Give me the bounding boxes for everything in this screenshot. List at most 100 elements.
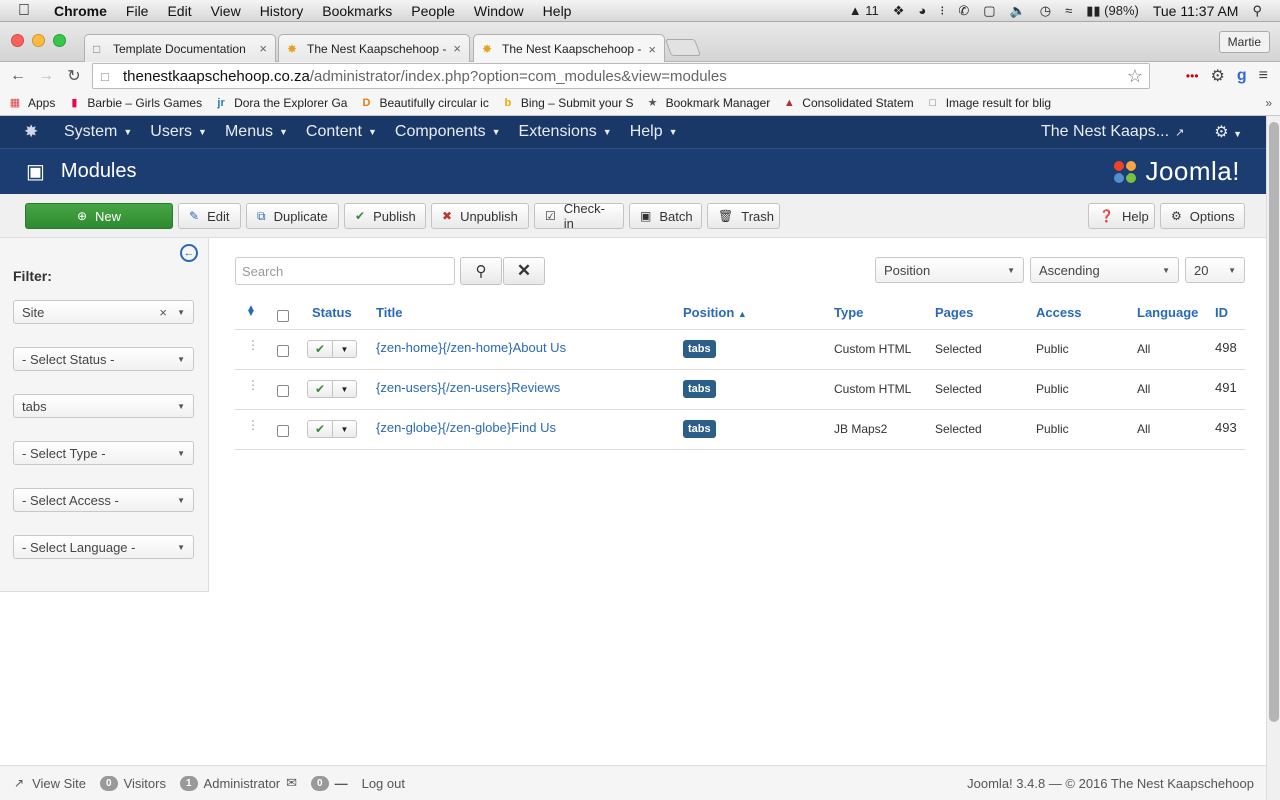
menu-view[interactable]: View: [211, 3, 241, 19]
menu-bookmarks[interactable]: Bookmarks: [322, 3, 392, 19]
trash-button[interactable]: 🗑 Trash: [707, 203, 780, 229]
menu-file[interactable]: File: [126, 3, 149, 19]
row-checkbox[interactable]: [277, 385, 289, 397]
collapse-sidebar-icon[interactable]: ←: [180, 244, 198, 262]
unpublish-button[interactable]: ✖ Unpublish: [431, 203, 529, 229]
more-bookmarks-icon[interactable]: »: [1265, 96, 1272, 110]
direction-select[interactable]: Ascending ▼: [1030, 257, 1179, 283]
apple-icon[interactable]: : [18, 2, 38, 20]
wifi-icon[interactable]: ≈: [1065, 3, 1072, 18]
module-title-link[interactable]: {zen-globe}{/zen-globe}Find Us: [376, 420, 556, 435]
bookmark-star-icon[interactable]: ☆: [1127, 66, 1143, 87]
forward-arrow-icon[interactable]: →: [34, 67, 58, 85]
menu-help[interactable]: Help: [543, 3, 572, 19]
dropbox-icon[interactable]: ❖: [893, 3, 905, 19]
nav-users[interactable]: Users ▼: [150, 123, 207, 141]
ordering-sort-icon[interactable]: ▲ ▼: [246, 303, 256, 325]
adobe-icon[interactable]: ▲ 11: [849, 3, 879, 18]
language-filter-select[interactable]: - Select Language - ▼: [13, 535, 194, 559]
tab-close-icon[interactable]: ×: [259, 41, 267, 56]
order-by-select[interactable]: Position ▼: [875, 257, 1024, 283]
logout-link[interactable]: Log out: [362, 776, 405, 791]
joomla-logo-icon[interactable]: ✸: [24, 122, 44, 142]
bookmark-barbie[interactable]: ▮ Barbie – Girls Games: [67, 96, 202, 110]
column-type[interactable]: Type: [834, 305, 863, 320]
type-filter-select[interactable]: - Select Type - ▼: [13, 441, 194, 465]
envelope-icon[interactable]: ✉: [286, 775, 297, 791]
published-check-icon[interactable]: ✔: [307, 420, 333, 438]
tab-close-icon[interactable]: ×: [453, 41, 461, 56]
zoom-window-button[interactable]: [53, 34, 66, 47]
drag-handle-icon[interactable]: ⋮: [247, 378, 259, 392]
bookmark-manager[interactable]: ★ Bookmark Manager: [646, 96, 771, 110]
tab-nest-1[interactable]: ✸ The Nest Kaapschehoop - ×: [278, 34, 470, 62]
published-check-icon[interactable]: ✔: [307, 340, 333, 358]
status-dropdown-caret-icon[interactable]: ▼: [333, 420, 357, 438]
column-position[interactable]: Position ▲: [683, 305, 747, 320]
lastpass-icon[interactable]: •••: [1186, 69, 1199, 83]
options-button[interactable]: ⚙ Options: [1160, 203, 1245, 229]
position-filter-select[interactable]: tabs ▼: [13, 394, 194, 418]
bookmark-apps[interactable]: ▦ Apps: [8, 96, 56, 110]
site-name-link[interactable]: The Nest Kaaps... ↗: [1041, 123, 1184, 141]
module-title-link[interactable]: {zen-home}{/zen-home}About Us: [376, 340, 566, 355]
tab-nest-2[interactable]: ✸ The Nest Kaapschehoop - ×: [473, 34, 665, 63]
display-icon[interactable]: ▢: [983, 3, 995, 19]
spotlight-icon[interactable]: ⚲: [1252, 3, 1262, 19]
access-filter-select[interactable]: - Select Access - ▼: [13, 488, 194, 512]
row-checkbox[interactable]: [277, 425, 289, 437]
column-pages[interactable]: Pages: [935, 305, 973, 320]
time-machine-icon[interactable]: ◷: [1040, 3, 1051, 19]
phone-icon[interactable]: ✆: [958, 3, 969, 19]
bookmark-consolidated[interactable]: ▲ Consolidated Statem: [782, 96, 914, 110]
clear-search-button[interactable]: ✕: [503, 257, 545, 285]
published-check-icon[interactable]: ✔: [307, 380, 333, 398]
menu-history[interactable]: History: [260, 3, 304, 19]
profile-button[interactable]: Martie: [1218, 31, 1270, 53]
publish-button[interactable]: ✔ Publish: [344, 203, 426, 229]
status-dropdown-caret-icon[interactable]: ▼: [333, 340, 357, 358]
column-status[interactable]: Status: [312, 305, 352, 320]
bookmark-bing[interactable]: b Bing – Submit your S: [501, 96, 633, 110]
duplicate-button[interactable]: ⧉ Duplicate: [246, 203, 339, 229]
google-icon[interactable]: g: [1237, 67, 1247, 85]
module-title-link[interactable]: {zen-users}{/zen-users}Reviews: [376, 380, 560, 395]
search-button[interactable]: ⚲: [460, 257, 502, 285]
nav-help[interactable]: Help ▼: [630, 123, 678, 141]
scrollbar-thumb[interactable]: [1269, 122, 1279, 722]
column-access[interactable]: Access: [1036, 305, 1082, 320]
bookmark-circular[interactable]: D Beautifully circular ic: [359, 96, 488, 110]
bookmark-dora[interactable]: jr Dora the Explorer Ga: [214, 96, 347, 110]
clock[interactable]: Tue 11:37 AM: [1153, 3, 1239, 19]
batch-button[interactable]: ▣ Batch: [629, 203, 702, 229]
status-filter-select[interactable]: - Select Status - ▼: [13, 347, 194, 371]
volume-icon[interactable]: 🔈: [1010, 3, 1026, 19]
help-button[interactable]: ❓ Help: [1088, 203, 1155, 229]
minimize-window-button[interactable]: [32, 34, 45, 47]
battery-icon[interactable]: ▮▮ (98%): [1086, 3, 1139, 19]
search-input[interactable]: Search: [235, 257, 455, 285]
sync-icon[interactable]: ◕: [918, 3, 926, 18]
nav-content[interactable]: Content ▼: [306, 123, 377, 141]
drag-handle-icon[interactable]: ⋮: [247, 338, 259, 352]
bookmark-image-result[interactable]: □ Image result for blig: [926, 96, 1051, 110]
new-tab-button[interactable]: [664, 39, 702, 56]
column-title[interactable]: Title: [376, 305, 403, 320]
nav-system[interactable]: System ▼: [64, 123, 132, 141]
limit-select[interactable]: 20 ▼: [1185, 257, 1245, 283]
new-button[interactable]: ⊕ New: [25, 203, 173, 229]
reload-icon[interactable]: ↻: [62, 66, 86, 86]
back-arrow-icon[interactable]: ←: [6, 67, 30, 85]
user-menu-gear-icon[interactable]: ⚙ ▼: [1214, 122, 1242, 142]
messages-status[interactable]: 0—: [311, 775, 348, 791]
close-window-button[interactable]: [11, 34, 24, 47]
menu-window[interactable]: Window: [474, 3, 524, 19]
column-id[interactable]: ID: [1215, 305, 1228, 320]
select-all-checkbox[interactable]: [277, 310, 289, 322]
status-dropdown-caret-icon[interactable]: ▼: [333, 380, 357, 398]
menu-app-chrome[interactable]: Chrome: [54, 3, 107, 19]
row-checkbox[interactable]: [277, 345, 289, 357]
nav-menus[interactable]: Menus ▼: [225, 123, 288, 141]
address-bar[interactable]: □ thenestkaapschehoop.co.za/administrato…: [92, 63, 1150, 89]
nav-components[interactable]: Components ▼: [395, 123, 501, 141]
